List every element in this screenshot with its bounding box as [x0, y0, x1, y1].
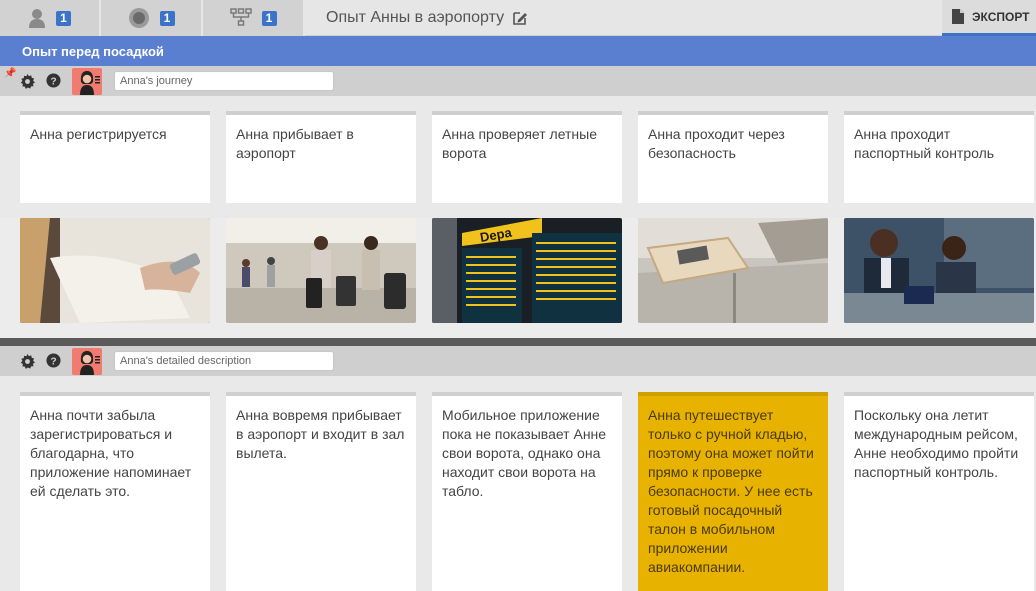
persona-avatar[interactable]	[72, 68, 102, 95]
help-icon[interactable]: ?	[46, 353, 61, 368]
lane-description-cards: Анна почти забыла зарегистрироваться и б…	[0, 376, 1036, 591]
card-text: Анна проходит через безопасность	[648, 126, 785, 161]
persona-avatar-icon	[80, 71, 100, 95]
svg-text:?: ?	[50, 76, 56, 87]
document-title[interactable]: Опыт Анны в аэропорту	[326, 9, 528, 27]
help-icon[interactable]: ?	[46, 73, 61, 88]
card-text: Анна проверяет летные ворота	[442, 126, 598, 161]
lane-header-journey: 📌 ?	[0, 66, 1036, 96]
gear-icon[interactable]	[20, 354, 35, 369]
process-tab[interactable]: 1	[203, 0, 305, 36]
description-card-1[interactable]: Анна почти забыла зарегистрироваться и б…	[20, 392, 210, 591]
persona-tab[interactable]: 1	[0, 0, 101, 36]
security-tray-photo[interactable]	[638, 218, 828, 323]
card-text: Поскольку она летит международным рейсом…	[854, 407, 1019, 480]
lane-name-input[interactable]	[114, 351, 334, 371]
lane-header-description: ?	[0, 346, 1036, 376]
persona-icon	[29, 9, 45, 28]
airport-walking-photo[interactable]	[226, 218, 416, 323]
journey-card-2[interactable]: Анна прибывает в аэропорт	[226, 111, 416, 203]
gear-icon[interactable]	[20, 74, 35, 89]
journey-card-3[interactable]: Анна проверяет летные ворота	[432, 111, 622, 203]
export-label: ЭКСПОРТ	[972, 9, 1030, 24]
document-title-text: Опыт Анны в аэропорту	[326, 9, 505, 26]
sitemap-icon	[229, 8, 252, 26]
card-text: Анна прибывает в аэропорт	[236, 126, 354, 161]
description-card-5[interactable]: Поскольку она летит международным рейсом…	[844, 392, 1034, 591]
persona-avatar[interactable]	[72, 348, 102, 375]
persona-count-badge: 1	[56, 10, 71, 26]
pin-icon[interactable]: 📌	[4, 68, 16, 79]
document-icon	[952, 9, 964, 24]
checkin-photo[interactable]	[20, 218, 210, 323]
card-text: Анна вовремя прибывает в аэропорт и вход…	[236, 407, 405, 461]
passport-control-photo[interactable]	[844, 218, 1034, 323]
top-bar: 1 1 1 Опыт Анны в аэропорту ЭКСПОРТ	[0, 0, 1036, 36]
departure-board-photo[interactable]: Depa	[432, 218, 622, 323]
export-button[interactable]: ЭКСПОРТ	[942, 0, 1036, 36]
description-card-2[interactable]: Анна вовремя прибывает в аэропорт и вход…	[226, 392, 416, 591]
description-card-4-highlighted[interactable]: Анна путешествует только с ручной кладью…	[638, 392, 828, 591]
process-count-badge: 1	[261, 10, 277, 26]
description-card-3[interactable]: Мобильное приложение пока не показывает …	[432, 392, 622, 591]
persona-avatar-icon	[80, 351, 100, 375]
card-text: Мобильное приложение пока не показывает …	[442, 407, 607, 499]
channel-tab[interactable]: 1	[101, 0, 203, 36]
channel-icon	[128, 8, 149, 28]
stage-title: Опыт перед посадкой	[22, 44, 164, 59]
lane-name-input[interactable]	[114, 71, 334, 91]
lane-journey-cards: Анна регистрируется Анна прибывает в аэр…	[0, 96, 1036, 218]
lane-divider	[0, 338, 1036, 346]
journey-card-4[interactable]: Анна проходит через безопасность	[638, 111, 828, 203]
card-text: Анна путешествует только с ручной кладью…	[648, 407, 814, 575]
stage-header: Опыт перед посадкой	[0, 36, 1036, 66]
image-lane: Depa	[0, 218, 1036, 338]
journey-card-1[interactable]: Анна регистрируется	[20, 111, 210, 203]
card-text: Анна регистрируется	[30, 126, 167, 142]
journey-card-5[interactable]: Анна проходит паспортный контроль	[844, 111, 1034, 203]
channel-count-badge: 1	[159, 10, 175, 26]
edit-icon[interactable]	[512, 10, 528, 26]
card-text: Анна почти забыла зарегистрироваться и б…	[30, 407, 192, 499]
svg-text:?: ?	[50, 356, 56, 367]
card-text: Анна проходит паспортный контроль	[854, 126, 995, 161]
